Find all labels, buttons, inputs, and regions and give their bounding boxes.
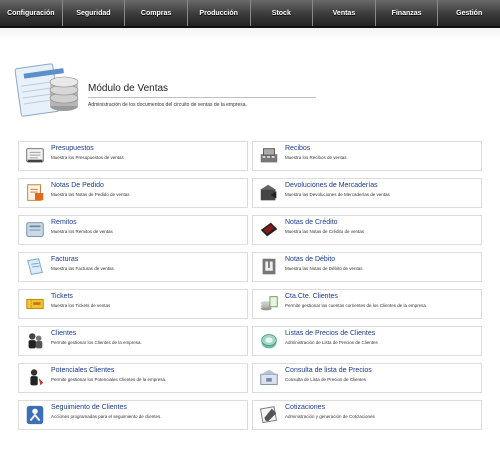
card-desc-devoluciones-de-mercaderias: Muestra las Devoluciones de Mercaderías … [285, 192, 390, 197]
order-notes-icon [27, 184, 44, 201]
card-title-clientes[interactable]: Clientes [51, 330, 76, 337]
card-title-recibos[interactable]: Recibos [285, 145, 310, 152]
card-desc-potenciales-clientes: Permite gestionar los Potenciales Client… [51, 377, 167, 382]
returned-box-icon [260, 184, 277, 201]
price-query-icon [260, 369, 278, 385]
debit-note-icon [262, 258, 276, 275]
module-card-3[interactable]: Notas De Pedido Muestra las Notas de Pedi… [18, 178, 248, 208]
card-title-cta-cte-clientes[interactable]: Cta.Cte. Clientes [285, 293, 338, 300]
card-desc-listas-de-precios-de-clientes: Administración de Lista de Precios de Cl… [285, 340, 378, 345]
credit-card-icon [260, 222, 278, 237]
module-card-15[interactable]: Seguimiento de Clientes Acciones programa… [18, 400, 248, 430]
card-title-facturas[interactable]: Facturas [51, 256, 78, 263]
module-card-10[interactable]: Cta.Cte. Clientes Permite gestionar las c… [252, 289, 482, 319]
top-navigation: Configuración Seguridad Compras Producci… [0, 0, 500, 28]
module-card-13[interactable]: Potenciales Clientes Permite gestionar lo… [18, 363, 248, 393]
nav-seguridad[interactable]: Seguridad [63, 0, 126, 26]
card-desc-tickets: Muestra los Tickets de ventas [51, 303, 111, 308]
potential-clients-icon [30, 369, 44, 386]
delivery-note-icon [26, 222, 44, 237]
invoice-icon [27, 258, 43, 275]
module-card-12[interactable]: Listas de Precios de Clientes Administrac… [252, 326, 482, 356]
nav-finanzas[interactable]: Finanzas [376, 0, 439, 26]
card-desc-clientes: Permite gestionar los Clientes de la emp… [51, 340, 142, 345]
nav-produccion[interactable]: Producción [188, 0, 251, 26]
card-title-presupuestos[interactable]: Presupuestos [51, 145, 94, 152]
database-icon [14, 63, 79, 117]
module-card-6[interactable]: Notas de Crédito Muestra las Notas de Cré… [252, 215, 482, 245]
nav-ventas[interactable]: Ventas [313, 0, 376, 26]
module-card-11[interactable]: Clientes Permite gestionar los Clientes d… [18, 326, 248, 356]
card-desc-notas-de-pedido: Muestra las Notas de Pedido de ventas [51, 192, 130, 197]
module-card-7[interactable]: Facturas Muestra las Facturas de ventas [18, 252, 248, 282]
nav-configuracion[interactable]: Configuración [0, 0, 63, 26]
card-title-notas-de-pedido[interactable]: Notas De Pedido [51, 182, 104, 189]
card-desc-notas-de-debito: Muestra las Notas de Débito de ventas [285, 266, 363, 271]
cash-register-icon [260, 148, 278, 163]
notebook-icon [26, 148, 44, 163]
card-title-potenciales-clientes[interactable]: Potenciales Clientes [51, 367, 114, 374]
page-title: Módulo de Ventas [88, 83, 169, 94]
card-title-listas-de-precios-de-clientes[interactable]: Listas de Precios de Clientes [285, 330, 375, 337]
module-card-5[interactable]: Remitos Muestra los Remitos de ventas [18, 215, 248, 245]
module-card-4[interactable]: Devoluciones de Mercaderías Muestra las D… [252, 178, 482, 208]
coins-icon [260, 296, 278, 311]
card-title-devoluciones-de-mercaderias[interactable]: Devoluciones de Mercaderías [285, 182, 378, 189]
clients-icon [28, 333, 43, 349]
module-card-8[interactable]: Notas de Débito Muestra las Notas de Débi… [252, 252, 482, 282]
card-desc-seguimiento-de-clientes: Acciones programadas para el seguimiento… [51, 414, 162, 419]
title-divider [88, 97, 316, 98]
card-title-notas-de-credito[interactable]: Notas de Crédito [285, 219, 338, 226]
ticket-icon [26, 298, 44, 310]
card-title-remitos[interactable]: Remitos [51, 219, 77, 226]
nav-stock[interactable]: Stock [251, 0, 314, 26]
card-desc-facturas: Muestra las Facturas de ventas [51, 266, 114, 271]
card-title-consulta-de-lista-de-precios[interactable]: Consulta de lista de Precios [285, 367, 372, 374]
nav-gestion[interactable]: Gestión [438, 0, 500, 26]
card-desc-recibos: Muestra los Recibos de ventas [285, 155, 347, 160]
quotes-icon [259, 406, 277, 424]
card-title-tickets[interactable]: Tickets [51, 293, 73, 300]
module-card-16[interactable]: Cotizaciones Administración y generación … [252, 400, 482, 430]
sub-bar [0, 28, 500, 42]
module-card-9[interactable]: Tickets Muestra los Tickets de ventas [18, 289, 248, 319]
card-desc-presupuestos: Muestra los Presupuestos de ventas [51, 155, 124, 160]
module-card-2[interactable]: Recibos Muestra los Recibos de ventas [252, 141, 482, 171]
card-title-notas-de-debito[interactable]: Notas de Débito [285, 256, 335, 263]
card-desc-cta-cte-clientes: Permite gestionar las cuentas corrientes… [285, 303, 428, 308]
module-card-1[interactable]: Presupuestos Muestra los Presupuestos de … [18, 141, 248, 171]
client-followup-icon [26, 405, 44, 425]
card-title-cotizaciones[interactable]: Cotizaciones [285, 404, 325, 411]
card-desc-consulta-de-lista-de-precios: Consulta de Lista de Precios de Clientes [285, 377, 367, 382]
page-description: Administración de los documentos del cir… [88, 102, 247, 108]
module-card-14[interactable]: Consulta de lista de Precios Consulta de … [252, 363, 482, 393]
card-desc-cotizaciones: Administración y generación de Cotizacio… [285, 414, 375, 419]
module-header: Módulo de Ventas Administración de los d… [14, 62, 324, 128]
nav-compras[interactable]: Compras [125, 0, 188, 26]
price-list-icon [261, 334, 277, 349]
card-title-seguimiento-de-clientes[interactable]: Seguimiento de Clientes [51, 404, 127, 411]
card-desc-remitos: Muestra los Remitos de ventas [51, 229, 113, 234]
card-desc-notas-de-credito: Muestra las Notas de Crédito de ventas [285, 229, 365, 234]
